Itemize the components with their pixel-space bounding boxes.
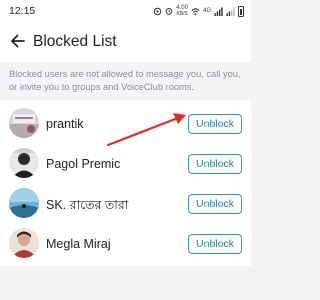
location-icon — [154, 7, 162, 15]
blocked-user-row: SK. রাতের তারা Unblock — [0, 184, 251, 224]
unblock-button[interactable]: Unblock — [188, 234, 242, 254]
speed-unit: KB/S — [176, 11, 188, 17]
page-title: Blocked List — [33, 33, 117, 50]
user-name: prantik — [46, 117, 84, 131]
avatar — [9, 148, 39, 178]
user-name: Megla Miraj — [46, 237, 111, 251]
unblock-button[interactable]: Unblock — [188, 154, 242, 174]
signal-icon — [214, 6, 223, 16]
blocked-user-row: Megla Miraj Unblock — [0, 224, 251, 264]
blocked-user-row: prantik Unblock — [0, 104, 251, 144]
signal-icon-2 — [226, 6, 235, 16]
unblock-button[interactable]: Unblock — [188, 194, 242, 214]
app-header: Blocked List — [0, 22, 251, 62]
user-name: SK. রাতের তারা — [46, 198, 129, 212]
alarm-icon — [165, 8, 173, 15]
avatar — [9, 228, 39, 258]
blocked-user-row: Pagol Premic Unblock — [0, 144, 251, 184]
battery-icon — [238, 5, 244, 17]
blocked-user-list: prantik Unblock Pagol Premic Unblock SK.… — [0, 100, 251, 266]
avatar — [9, 108, 39, 138]
network-type: 4G — [202, 8, 211, 14]
user-name: Pagol Premic — [46, 157, 121, 171]
status-icons: 4.00 KB/S 4G — [153, 3, 244, 19]
wifi-icon — [191, 7, 200, 15]
back-arrow-icon[interactable] — [9, 32, 27, 50]
network-speed: 4.00 KB/S — [176, 5, 188, 17]
blocked-info-note: Blocked users are not allowed to message… — [9, 69, 241, 92]
unblock-button[interactable]: Unblock — [188, 114, 242, 134]
status-time: 12:15 — [9, 5, 36, 17]
status-bar: 12:15 4.00 KB/S 4G — [0, 0, 251, 22]
avatar — [9, 188, 39, 218]
